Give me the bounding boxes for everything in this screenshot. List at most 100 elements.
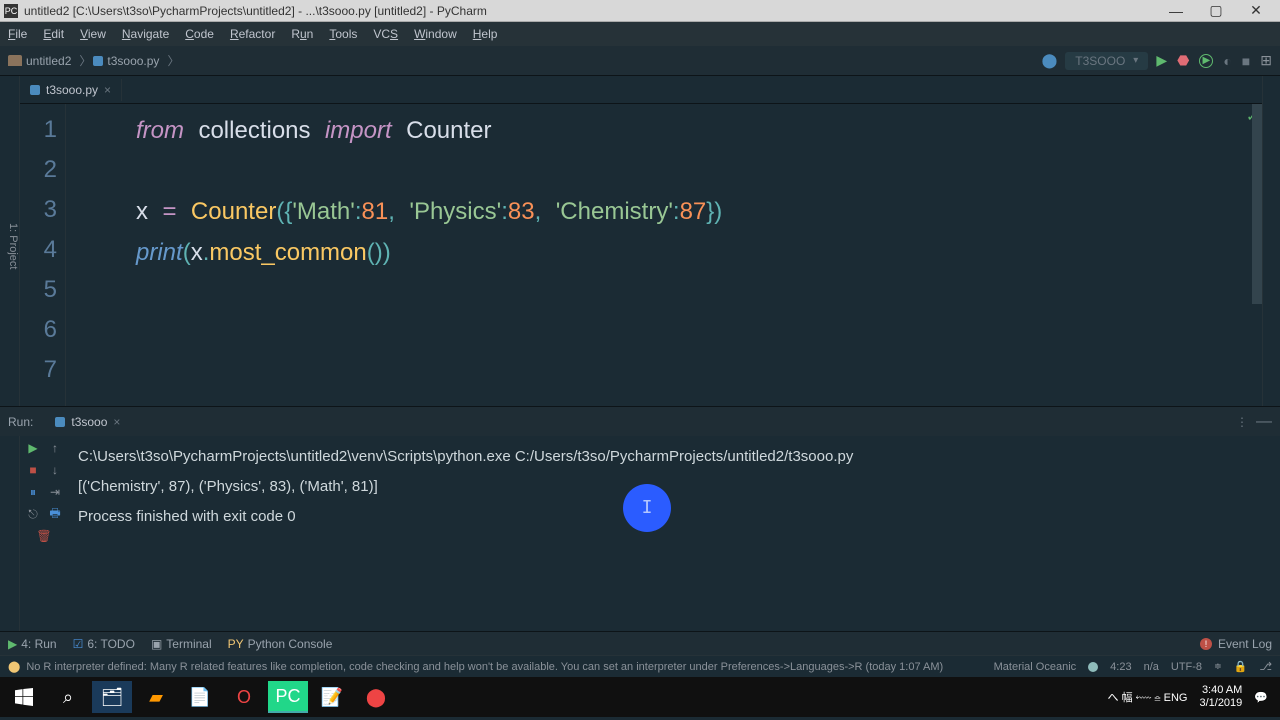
- print-button[interactable]: 🖶: [47, 506, 63, 522]
- task-sublime-icon[interactable]: ▰: [136, 681, 176, 713]
- task-opera-icon[interactable]: O: [224, 681, 264, 713]
- menu-file[interactable]: File: [8, 27, 27, 41]
- menu-refactor[interactable]: Refactor: [230, 27, 275, 41]
- menu-view[interactable]: View: [80, 27, 106, 41]
- status-na: n/a: [1144, 661, 1159, 673]
- run-panel-header: Run: t3sooo × ⋮ —: [0, 406, 1280, 436]
- pause-button[interactable]: ⏸: [25, 484, 41, 500]
- status-encoding[interactable]: UTF-8: [1171, 661, 1202, 673]
- task-notepad-icon[interactable]: 📝: [312, 681, 352, 713]
- run-settings-icon[interactable]: ⋮: [1236, 415, 1248, 429]
- folder-icon: [8, 55, 22, 66]
- status-message: No R interpreter defined: Many R related…: [26, 661, 943, 673]
- clear-button[interactable]: 🗑: [36, 528, 52, 544]
- theme-dot-icon: [1088, 662, 1098, 672]
- run-config-label: T3SOOO: [1075, 54, 1125, 68]
- breadcrumb-project[interactable]: untitled2 〉: [8, 52, 91, 69]
- editor-area: 1: Project t3sooo.py × ✓ 1 2 3 4 5 6 7 f…: [0, 76, 1280, 406]
- breadcrumb-file[interactable]: t3sooo.py 〉: [93, 52, 179, 69]
- right-gutter: [1262, 76, 1280, 406]
- code-editor[interactable]: ✓ 1 2 3 4 5 6 7 from collections import …: [20, 104, 1262, 406]
- bottom-todo-tab[interactable]: ☑6: TODO: [73, 637, 135, 651]
- git-icon[interactable]: ⎇: [1259, 660, 1272, 673]
- menu-help[interactable]: Help: [473, 27, 498, 41]
- editor-scrollbar[interactable]: [1252, 104, 1262, 304]
- menu-edit[interactable]: Edit: [43, 27, 64, 41]
- minimize-button[interactable]: —: [1156, 3, 1196, 19]
- left-tool-structure[interactable]: [0, 436, 20, 631]
- editor-tabbar: t3sooo.py ×: [20, 76, 1262, 104]
- close-run-tab-icon[interactable]: ×: [113, 415, 120, 429]
- stop-run-button[interactable]: ■: [25, 462, 41, 478]
- terminal-line: C:\Users\t3so\PycharmProjects\untitled2\…: [78, 442, 1270, 472]
- wrap-button[interactable]: ⇥: [47, 484, 63, 500]
- code-content[interactable]: from collections import Counter x = Coun…: [66, 104, 1262, 406]
- left-tool-project[interactable]: 1: Project: [0, 76, 20, 406]
- system-clock[interactable]: 3:40 AM 3/1/2019: [1199, 684, 1242, 710]
- close-button[interactable]: ✕: [1236, 2, 1276, 19]
- chevron-down-icon: ▾: [1133, 55, 1138, 66]
- terminal-output[interactable]: C:\Users\t3so\PycharmProjects\untitled2\…: [68, 436, 1280, 631]
- status-bar: ⬤ No R interpreter defined: Many R relat…: [0, 655, 1280, 677]
- search-button[interactable]: ⊞: [1260, 52, 1272, 69]
- bottom-run-tab[interactable]: ▶4: Run: [8, 637, 57, 651]
- down-button[interactable]: ↓: [47, 462, 63, 478]
- breadcrumb-project-label: untitled2: [26, 54, 71, 68]
- windows-taskbar: ⌕ 🗂 ▰ 📄 O PC 📝 ⬤ へ 幅 ⬳ ⪮ ENG 3:40 AM 3/1…: [0, 677, 1280, 717]
- menu-vcs[interactable]: VCS: [373, 27, 398, 41]
- breadcrumb-file-label: t3sooo.py: [107, 54, 159, 68]
- bottom-pyconsole-tab[interactable]: PYPython Console: [228, 637, 333, 651]
- error-indicator-icon: !: [1200, 638, 1212, 650]
- task-record-icon[interactable]: ⬤: [356, 681, 396, 713]
- stop-button[interactable]: ■: [1242, 53, 1250, 69]
- bottom-terminal-tab[interactable]: ▣Terminal: [151, 637, 212, 651]
- warning-icon: ⬤: [8, 660, 20, 673]
- task-pycharm-icon[interactable]: PC: [268, 681, 308, 713]
- lock-icon[interactable]: 🔒: [1234, 660, 1248, 673]
- python-icon: [55, 417, 65, 427]
- chevron-right-icon: 〉: [167, 52, 179, 69]
- exit-button[interactable]: ⎋: [25, 506, 41, 522]
- app-icon: PC: [4, 4, 18, 18]
- task-explorer-icon[interactable]: 🗂: [92, 681, 132, 713]
- close-tab-icon[interactable]: ×: [104, 83, 111, 97]
- profile-button[interactable]: ◐: [1223, 53, 1231, 69]
- run-button[interactable]: ▶: [1156, 52, 1167, 69]
- start-button[interactable]: [4, 681, 44, 713]
- event-log-tab[interactable]: Event Log: [1218, 637, 1272, 651]
- run-tab[interactable]: t3sooo ×: [45, 411, 130, 433]
- editor-tab[interactable]: t3sooo.py ×: [20, 79, 122, 101]
- menu-tools[interactable]: Tools: [329, 27, 357, 41]
- menu-window[interactable]: Window: [414, 27, 457, 41]
- terminal-line: Process finished with exit code 0: [78, 502, 1270, 532]
- python-logo-icon: ⬤: [1042, 52, 1058, 69]
- status-theme[interactable]: Material Oceanic: [994, 661, 1077, 673]
- menu-run[interactable]: Run: [291, 27, 313, 41]
- python-icon: [30, 85, 40, 95]
- search-icon[interactable]: ⌕: [48, 681, 88, 713]
- editor-tab-label: t3sooo.py: [46, 83, 98, 97]
- python-icon: [93, 56, 103, 66]
- rerun-button[interactable]: ▶: [25, 440, 41, 456]
- menu-navigate[interactable]: Navigate: [122, 27, 169, 41]
- window-title: untitled2 [C:\Users\t3so\PycharmProjects…: [24, 4, 1156, 18]
- cursor-indicator: I: [623, 484, 671, 532]
- task-wordpad-icon[interactable]: 📄: [180, 681, 220, 713]
- titlebar: PC untitled2 [C:\Users\t3so\PycharmProje…: [0, 0, 1280, 22]
- notification-icon[interactable]: 💬: [1254, 691, 1268, 704]
- chevron-right-icon: 〉: [79, 52, 91, 69]
- menu-code[interactable]: Code: [185, 27, 214, 41]
- coverage-button[interactable]: ▶: [1199, 54, 1213, 68]
- run-tab-label: t3sooo: [71, 415, 107, 429]
- run-config-dropdown[interactable]: T3SOOO ▾: [1065, 52, 1148, 70]
- debug-button[interactable]: ⬣: [1177, 52, 1189, 69]
- terminal-line: [('Chemistry', 87), ('Physics', 83), ('M…: [78, 472, 1270, 502]
- maximize-button[interactable]: ▢: [1196, 2, 1236, 19]
- status-position[interactable]: 4:23: [1110, 661, 1131, 673]
- hide-panel-icon[interactable]: —: [1256, 413, 1272, 431]
- run-label: Run:: [8, 415, 33, 429]
- tray-icons[interactable]: へ 幅 ⬳ ⪮ ENG: [1108, 689, 1188, 705]
- run-panel: ▶ ↑ ■ ↓ ⏸ ⇥ ⎋ 🖶 🗑 C:\Users\t3so\PycharmProje…: [0, 436, 1280, 631]
- bottom-toolbar: ▶4: Run ☑6: TODO ▣Terminal PYPython Cons…: [0, 631, 1280, 655]
- up-button[interactable]: ↑: [47, 440, 63, 456]
